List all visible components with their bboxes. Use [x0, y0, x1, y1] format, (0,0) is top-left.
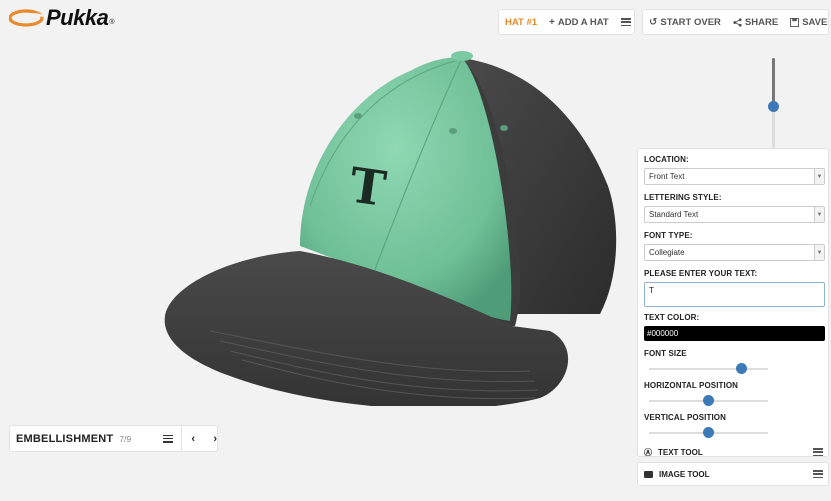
horizontal-position-label: HORIZONTAL POSITION — [644, 381, 739, 390]
pukka-logo[interactable]: Pukka ® — [9, 7, 115, 29]
text-tool-icon: Ⓐ — [644, 447, 652, 457]
location-label: LOCATION: — [644, 155, 689, 164]
undo-icon: ↺ — [649, 16, 658, 28]
plus-icon: + — [549, 16, 555, 28]
hat-toolbar: HAT #1 + ADD A HAT — [498, 9, 635, 35]
hat-top-button — [451, 51, 473, 61]
zoom-slider-handle[interactable] — [768, 101, 779, 112]
lettering-style-value: Standard Text — [649, 210, 699, 219]
embellishment-menu-button[interactable] — [155, 426, 181, 451]
embellishment-nav: ‹ › — [181, 426, 226, 451]
save-icon — [790, 17, 800, 27]
registered-mark: ® — [109, 19, 115, 26]
start-over-button[interactable]: ↺ START OVER — [643, 10, 727, 34]
embellishment-title: EMBELLISHMENT — [16, 432, 114, 445]
start-over-label: START OVER — [660, 16, 721, 28]
save-label: SAVE — [802, 16, 828, 28]
previous-arrow-icon[interactable]: ‹ — [182, 433, 204, 445]
lettering-style-select[interactable]: Standard Text ▼ — [644, 206, 825, 223]
next-arrow-icon[interactable]: › — [204, 433, 226, 445]
text-entry-label: PLEASE ENTER YOUR TEXT: — [644, 269, 758, 278]
hamburger-icon — [163, 434, 174, 443]
actions-toolbar: ↺ START OVER SHARE SAVE — [642, 9, 829, 35]
share-icon — [733, 17, 742, 27]
add-hat-label: ADD A HAT — [557, 16, 609, 28]
font-size-slider[interactable] — [644, 362, 823, 376]
text-tool-panel: LOCATION: Front Text ▼ LETTERING STYLE: … — [637, 148, 829, 457]
save-button[interactable]: SAVE — [784, 10, 831, 34]
hamburger-icon — [620, 18, 631, 26]
hamburger-icon[interactable] — [813, 470, 823, 478]
image-icon — [644, 470, 653, 478]
add-hat-button[interactable]: + ADD A HAT — [543, 10, 615, 34]
embellishment-bar: EMBELLISHMENT 7/9 ‹ › — [9, 425, 218, 452]
image-tool-label: IMAGE TOOL — [659, 469, 710, 479]
font-size-handle[interactable] — [736, 363, 748, 374]
text-tool-header[interactable]: Ⓐ TEXT TOOL — [644, 445, 823, 459]
hamburger-icon[interactable] — [813, 448, 823, 456]
location-value: Front Text — [649, 172, 685, 181]
lettering-style-label: LETTERING STYLE: — [644, 193, 722, 202]
vertical-position-label: VERTICAL POSITION — [644, 413, 727, 422]
brand-name: Pukka — [46, 5, 109, 30]
horizontal-position-handle[interactable] — [703, 395, 714, 406]
chevron-down-icon: ▼ — [814, 207, 824, 222]
text-color-label: TEXT COLOR: — [644, 313, 700, 322]
share-button[interactable]: SHARE — [727, 10, 784, 34]
text-tool-label: TEXT TOOL — [658, 447, 703, 457]
hat-text-input[interactable]: T — [644, 282, 825, 307]
font-type-select[interactable]: Collegiate ▼ — [644, 244, 825, 261]
font-size-label: FONT SIZE — [644, 349, 687, 358]
text-color-field[interactable]: #000000 — [644, 326, 825, 341]
hat-menu-button[interactable] — [615, 10, 637, 34]
pukka-swoosh-icon — [9, 9, 44, 27]
embellishment-count: 7/9 — [119, 433, 132, 444]
location-select[interactable]: Front Text ▼ — [644, 168, 825, 185]
vertical-position-handle[interactable] — [703, 427, 714, 438]
chevron-down-icon: ▼ — [814, 245, 824, 260]
font-type-label: FONT TYPE: — [644, 231, 693, 240]
chevron-down-icon: ▼ — [814, 169, 824, 184]
horizontal-position-slider[interactable] — [644, 394, 823, 408]
vertical-position-slider[interactable] — [644, 426, 823, 440]
share-label: SHARE — [744, 16, 779, 28]
font-size-track — [649, 368, 768, 370]
hat-tab-1[interactable]: HAT #1 — [499, 10, 543, 34]
image-tool-header[interactable]: IMAGE TOOL — [637, 462, 829, 486]
font-type-value: Collegiate — [649, 248, 685, 257]
hat-3d-preview[interactable]: T — [150, 46, 630, 406]
